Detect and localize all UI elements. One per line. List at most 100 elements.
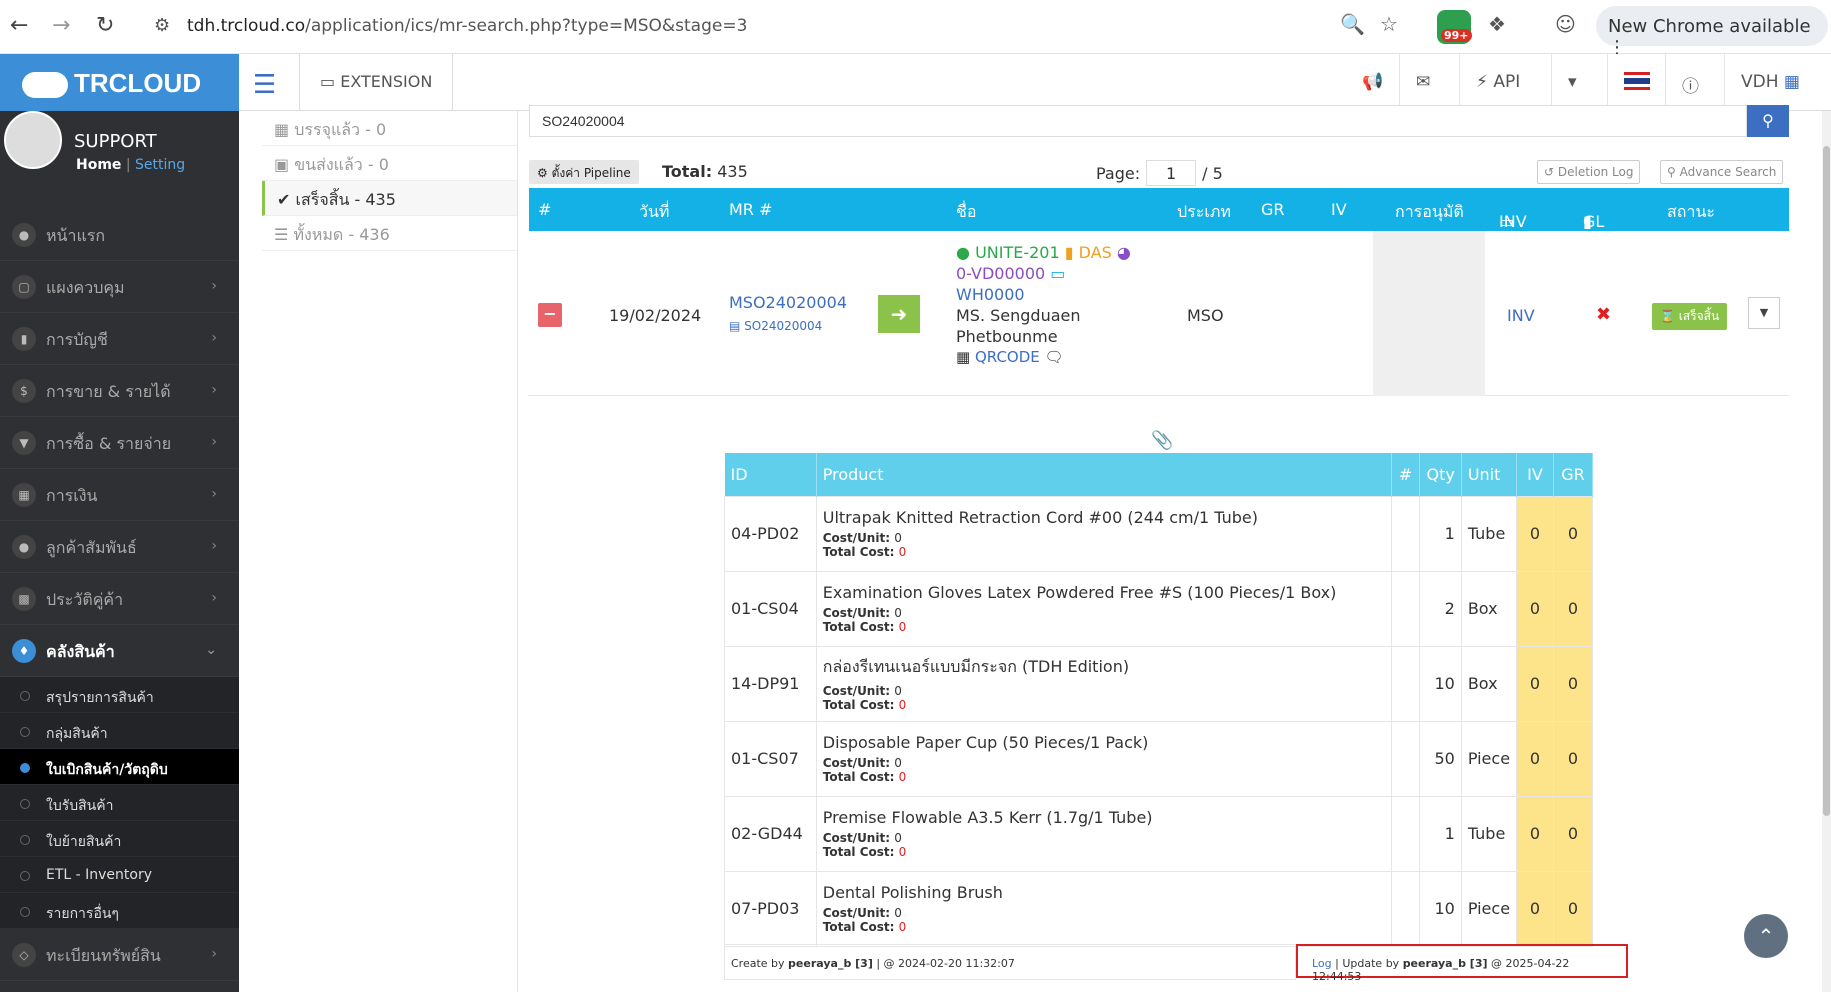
submenu-item[interactable]: สรุปรายการสินค้า: [0, 677, 239, 713]
setting-link[interactable]: Setting: [135, 157, 185, 173]
sidebar-item-home[interactable]: ● หน้าแรก: [0, 209, 239, 261]
caret-down-icon[interactable]: ▾: [1551, 54, 1593, 111]
product-cell: Examination Gloves Latex Powdered Free #…: [815, 570, 1392, 647]
paperclip-icon[interactable]: 📎: [1151, 430, 1173, 451]
chevron-down-icon: ⌄: [205, 642, 217, 658]
home-link[interactable]: Home: [76, 157, 121, 173]
total-cost-label: Total Cost:: [822, 920, 895, 934]
col-type[interactable]: ประเภท: [1177, 200, 1231, 225]
create-time: | @ 2024-02-20 11:32:07: [876, 957, 1015, 970]
extensions-puzzle-icon[interactable]: ❖: [1488, 12, 1506, 36]
scrollbar-thumb[interactable]: [1823, 146, 1830, 816]
table-row: 04-PD02 Ultrapak Knitted Retraction Cord…: [724, 495, 1594, 572]
product-iv: 0: [1516, 870, 1554, 947]
das-label: DAS: [1078, 243, 1112, 262]
col-mr[interactable]: MR #: [729, 200, 772, 219]
sidebar-item-crm[interactable]: ● ลูกค้าสัมพันธ์ ›: [0, 521, 239, 573]
row-actions-dropdown[interactable]: ▼: [1748, 297, 1780, 329]
api-button[interactable]: ⚡ API: [1459, 54, 1536, 111]
back-icon[interactable]: ←: [10, 13, 28, 38]
product-qty: 10: [1419, 870, 1462, 947]
mail-icon[interactable]: ✉: [1399, 54, 1446, 111]
new-chrome-button[interactable]: New Chrome available ⋮: [1596, 6, 1828, 58]
product-hash: [1390, 645, 1421, 722]
sidebar-item-assets[interactable]: ◇ ทะเบียนทรัพย์สิน ›: [0, 929, 239, 981]
reload-icon[interactable]: ↻: [96, 13, 114, 38]
product-iv: 0: [1516, 570, 1554, 647]
col-iv: IV: [1331, 200, 1347, 219]
advance-search-button[interactable]: ⚲ Advance Search: [1660, 160, 1784, 184]
sidebar-item-control-panel[interactable]: ▢ แผงควบคุม ›: [0, 261, 239, 313]
das-tag: ▮ DAS: [1065, 243, 1112, 262]
zoom-icon[interactable]: 🔍: [1340, 12, 1365, 36]
total-cost-value: 0: [898, 620, 907, 634]
log-link[interactable]: Log: [1312, 957, 1332, 970]
extension-button[interactable]: ▭ EXTENSION: [299, 54, 454, 111]
sidebar-item-partners[interactable]: ▩ ประวัติคู่ค้า ›: [0, 573, 239, 625]
extension-badge-icon[interactable]: 99+: [1437, 10, 1472, 44]
submenu-item[interactable]: รายการอื่นๆ: [0, 893, 239, 929]
sidebar-item-inventory[interactable]: ♦ คลังสินค้า ⌄: [0, 625, 239, 677]
sidebar-item-sales[interactable]: $ การขาย & รายได้ ›: [0, 365, 239, 417]
so-reference-label: SO24020004: [744, 319, 823, 333]
collapse-button[interactable]: −: [538, 303, 562, 327]
total-cost-line: Total Cost: 0: [823, 620, 1385, 634]
profile-avatar-icon[interactable]: ☺: [1555, 12, 1576, 36]
so-reference-link[interactable]: ▤ SO24020004: [729, 319, 822, 333]
submenu-item[interactable]: ใบรับสินค้า: [0, 785, 239, 821]
submenu-item[interactable]: กลุ่มสินค้า: [0, 713, 239, 749]
scroll-to-top-button[interactable]: ⌃: [1744, 914, 1788, 958]
total-cost-line: Total Cost: 0: [823, 920, 1385, 934]
sidebar-item-label: คลังสินค้า: [46, 642, 115, 661]
stage-item[interactable]: ☰ ทั้งหมด - 436: [262, 216, 517, 251]
submenu-item[interactable]: ETL - Inventory: [0, 857, 239, 893]
bookmark-star-icon[interactable]: ☆: [1380, 12, 1398, 36]
help-icon[interactable]: ⓘ: [1665, 54, 1715, 111]
url-text[interactable]: tdh.trcloud.co/application/ics/mr-search…: [187, 16, 747, 36]
thai-flag-icon[interactable]: [1607, 54, 1666, 111]
open-arrow-button[interactable]: ➜: [878, 295, 920, 333]
search-input[interactable]: [529, 105, 1747, 137]
product-gr: 0: [1552, 570, 1594, 647]
vendor-code-label: 0-VD00000: [956, 264, 1046, 283]
cost-unit-line: Cost/Unit: 0: [823, 831, 1385, 845]
submenu-item[interactable]: ใบย้ายสินค้า: [0, 821, 239, 857]
sidebar-item-label: ประวัติคู่ค้า: [46, 590, 124, 609]
gl-cross-icon: ✖: [1596, 304, 1612, 325]
extension-label: EXTENSION: [340, 72, 433, 91]
stage-item[interactable]: ▣ ขนส่งแล้ว - 0: [262, 146, 517, 181]
pipeline-settings-button[interactable]: ⚙ ตั้งค่า Pipeline: [529, 160, 639, 184]
stage-item-active[interactable]: ✔ เสร็จสิ้น - 435: [262, 181, 517, 216]
product-cell: Disposable Paper Cup (50 Pieces/1 Pack) C…: [815, 720, 1392, 797]
submenu-item-active[interactable]: ใบเบิกสินค้า/วัตถุดิบ: [0, 749, 239, 785]
scrollbar[interactable]: [1822, 111, 1831, 992]
url-host: tdh.trcloud.co: [187, 16, 306, 36]
megaphone-icon[interactable]: 📢: [1346, 54, 1399, 111]
total-cost-line: Total Cost: 0: [823, 545, 1385, 559]
page-input[interactable]: 1: [1146, 160, 1197, 186]
mr-number-link[interactable]: MSO24020004: [729, 293, 847, 312]
detail-col-product: Product: [816, 453, 1392, 496]
inv-link[interactable]: INV: [1507, 306, 1535, 325]
user-menu[interactable]: VDH ▦: [1724, 54, 1831, 111]
sidebar-item-purchase[interactable]: ▼ การซื้อ & รายจ่าย ›: [0, 417, 239, 469]
page-total: / 5: [1202, 164, 1223, 183]
brand-logo[interactable]: TRCLOUD: [0, 54, 239, 111]
deletion-log-button[interactable]: ↺ Deletion Log: [1537, 160, 1641, 184]
col-name[interactable]: ชื่อ: [956, 200, 976, 225]
extension-badge-count: 99+: [1441, 29, 1472, 42]
product-hash: [1390, 495, 1421, 572]
address-bar[interactable]: ⚙ tdh.trcloud.co/application/ics/mr-sear…: [142, 6, 1402, 46]
sidebar-item-finance[interactable]: ▦ การเงิน ›: [0, 469, 239, 521]
search-button[interactable]: ⚲: [1747, 105, 1789, 137]
sidebar-item-accounting[interactable]: ▮ การบัญชี ›: [0, 313, 239, 365]
site-settings-icon[interactable]: ⚙: [154, 15, 170, 36]
qrcode-link[interactable]: ▦ QRCODE 🗨: [956, 348, 1064, 366]
hamburger-menu-icon[interactable]: ☰: [253, 70, 276, 100]
forward-icon[interactable]: →: [52, 13, 70, 38]
status-badge: ⌛ เสร็จสิ้น: [1652, 303, 1728, 330]
stage-item[interactable]: ▦ บรรจุแล้ว - 0: [262, 111, 517, 146]
col-date[interactable]: วันที่: [639, 200, 669, 225]
cost-unit-label: Cost/Unit:: [822, 684, 890, 698]
stage-label: เสร็จสิ้น - 435: [295, 190, 396, 209]
